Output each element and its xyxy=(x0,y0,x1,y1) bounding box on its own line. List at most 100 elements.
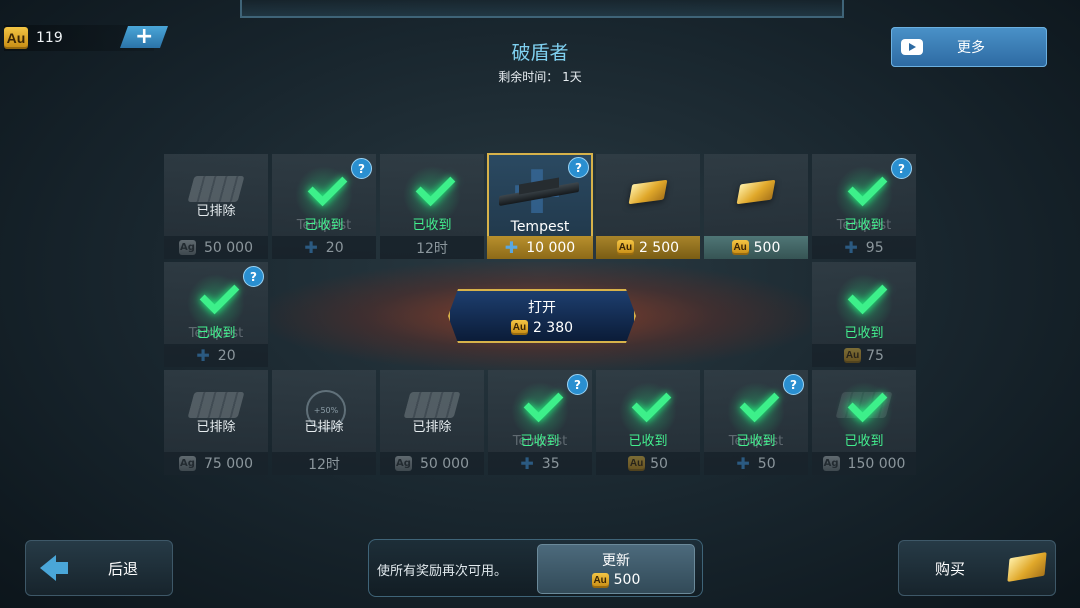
checkmark-icon xyxy=(194,283,238,311)
checkmark-icon xyxy=(842,391,886,419)
refresh-panel: 使所有奖励再次可用。 更新 Au 500 xyxy=(368,539,703,597)
tile-price: 20 xyxy=(325,239,344,256)
tile-price: 75 000 xyxy=(204,455,253,472)
puzzle-piece-icon: ✚ xyxy=(520,454,534,473)
reward-tile-r1c6[interactable]: 已收到 Au 75 xyxy=(812,262,916,367)
gold-icon: Au xyxy=(731,240,749,255)
checkmark-icon xyxy=(518,391,562,419)
puzzle-piece-icon: ✚ xyxy=(736,454,750,473)
tile-price: 95 xyxy=(865,239,884,256)
tile-status: 已收到 xyxy=(304,218,344,233)
puzzle-piece-icon: ✚ xyxy=(844,238,858,257)
back-button-label: 后退 xyxy=(108,559,139,578)
puzzle-piece-icon: ✚ xyxy=(504,238,519,257)
tile-price: 35 xyxy=(541,455,560,472)
silver-icon: Ag xyxy=(179,240,196,255)
tile-status: 已收到 xyxy=(844,326,884,341)
refresh-price: 500 xyxy=(613,572,641,588)
tile-status: 已收到 xyxy=(844,218,884,233)
tile-item-name: Tempest xyxy=(510,219,570,235)
reward-tile-r2c4[interactable]: 已收到 Au 50 xyxy=(596,370,700,475)
puzzle-piece-icon: ✚ xyxy=(304,238,318,257)
help-icon[interactable]: ? xyxy=(891,158,912,179)
reward-tile-r0c0[interactable]: 已排除 Ag 50 000 xyxy=(164,154,268,259)
buy-button-label: 购买 xyxy=(935,559,966,578)
tile-price: 150 000 xyxy=(847,455,906,472)
reward-tile-r0c2[interactable]: 已收到 12时 xyxy=(380,154,484,259)
help-icon[interactable]: ? xyxy=(243,266,264,287)
tile-status: 已排除 xyxy=(196,204,236,219)
help-icon[interactable]: ? xyxy=(567,374,588,395)
checkmark-icon xyxy=(842,283,886,311)
crate-icon xyxy=(187,176,245,202)
tile-price: 50 xyxy=(650,455,668,472)
video-play-icon xyxy=(901,39,923,55)
tile-status: 已收到 xyxy=(196,326,236,341)
silver-icon: Ag xyxy=(395,456,412,471)
gold-icon: Au xyxy=(616,240,634,255)
reward-tile-r2c1[interactable]: +50% 已排除 12时 xyxy=(272,370,376,475)
reward-tile-r0c1[interactable]: Tempest 已收到 ? ✚ 20 xyxy=(272,154,376,259)
reward-tile-r1c0[interactable]: Tempest 已收到 ? ✚ 20 xyxy=(164,262,268,367)
open-price: 2 380 xyxy=(532,319,574,336)
time-remaining: 剩余时间： 1天 xyxy=(498,70,582,84)
checkmark-icon xyxy=(302,175,346,203)
tile-status: 已收到 xyxy=(520,434,560,449)
tile-status: 已排除 xyxy=(304,420,344,435)
tile-price: 10 000 xyxy=(526,239,576,256)
refresh-description: 使所有奖励再次可用。 xyxy=(377,564,508,579)
help-icon[interactable]: ? xyxy=(568,157,589,178)
gold-bar-icon xyxy=(1007,552,1047,582)
tempest-ship-image xyxy=(499,181,579,207)
top-frame xyxy=(240,0,844,18)
reward-tile-r2c6[interactable]: 已收到 Ag 150 000 xyxy=(812,370,916,475)
tile-price: 50 000 xyxy=(420,455,469,472)
tile-status: 已排除 xyxy=(196,420,236,435)
silver-icon: Ag xyxy=(822,456,840,471)
tile-price: 50 000 xyxy=(204,239,253,256)
reward-tile-r2c0[interactable]: 已排除 Ag 75 000 xyxy=(164,370,268,475)
crate-icon xyxy=(187,392,245,418)
checkmark-icon xyxy=(626,391,670,419)
tile-price: 20 xyxy=(217,347,236,364)
gold-bar-icon xyxy=(628,179,668,205)
tile-status: 已收到 xyxy=(844,434,884,449)
gold-icon: Au xyxy=(591,572,609,588)
tile-status: 已收到 xyxy=(628,434,668,449)
tile-price: 2 500 xyxy=(638,239,680,256)
gold-bar-icon xyxy=(736,179,776,205)
tile-status: 已排除 xyxy=(412,420,452,435)
checkmark-icon xyxy=(842,175,886,203)
more-button[interactable]: 更多 xyxy=(891,27,1047,67)
gold-icon: Au xyxy=(844,348,862,363)
refresh-button[interactable]: 更新 Au 500 xyxy=(537,544,695,594)
reward-tile-r0c3[interactable]: ✚ Tempest ? ✚ 10 000 xyxy=(487,153,593,259)
tile-price: 75 xyxy=(866,347,884,364)
tile-price: 12时 xyxy=(416,240,448,257)
back-button[interactable]: 后退 xyxy=(25,540,173,596)
reward-tile-r0c5[interactable]: Au 500 xyxy=(704,154,808,259)
reward-tile-r0c6[interactable]: Tempest 已收到 ? ✚ 95 xyxy=(812,154,916,259)
open-button[interactable]: 打开 Au 2 380 xyxy=(448,289,636,343)
tile-status: 已收到 xyxy=(736,434,776,449)
reward-tile-r2c5[interactable]: Tempest 已收到 ? ✚ 50 xyxy=(704,370,808,475)
buy-button[interactable]: 购买 xyxy=(898,540,1056,596)
help-icon[interactable]: ? xyxy=(783,374,804,395)
gold-icon: Au xyxy=(628,456,646,471)
tile-price: 50 xyxy=(757,455,776,472)
reward-tile-r2c3[interactable]: Tempest 已收到 ? ✚ 35 xyxy=(488,370,592,475)
crate-icon xyxy=(403,392,461,418)
reward-tile-r0c4[interactable]: Au 2 500 xyxy=(596,154,700,259)
more-button-label: 更多 xyxy=(957,40,985,56)
puzzle-piece-icon: ✚ xyxy=(196,346,210,365)
open-button-label: 打开 xyxy=(528,299,556,316)
gold-icon: Au xyxy=(512,322,527,333)
arrow-left-icon xyxy=(40,555,68,581)
tile-status: 已收到 xyxy=(412,218,452,233)
checkmark-icon xyxy=(734,391,778,419)
reward-tile-r2c2[interactable]: 已排除 Ag 50 000 xyxy=(380,370,484,475)
refresh-button-label: 更新 xyxy=(602,553,630,569)
tile-price: 12时 xyxy=(308,456,340,473)
help-icon[interactable]: ? xyxy=(351,158,372,179)
tile-price: 500 xyxy=(753,239,781,256)
